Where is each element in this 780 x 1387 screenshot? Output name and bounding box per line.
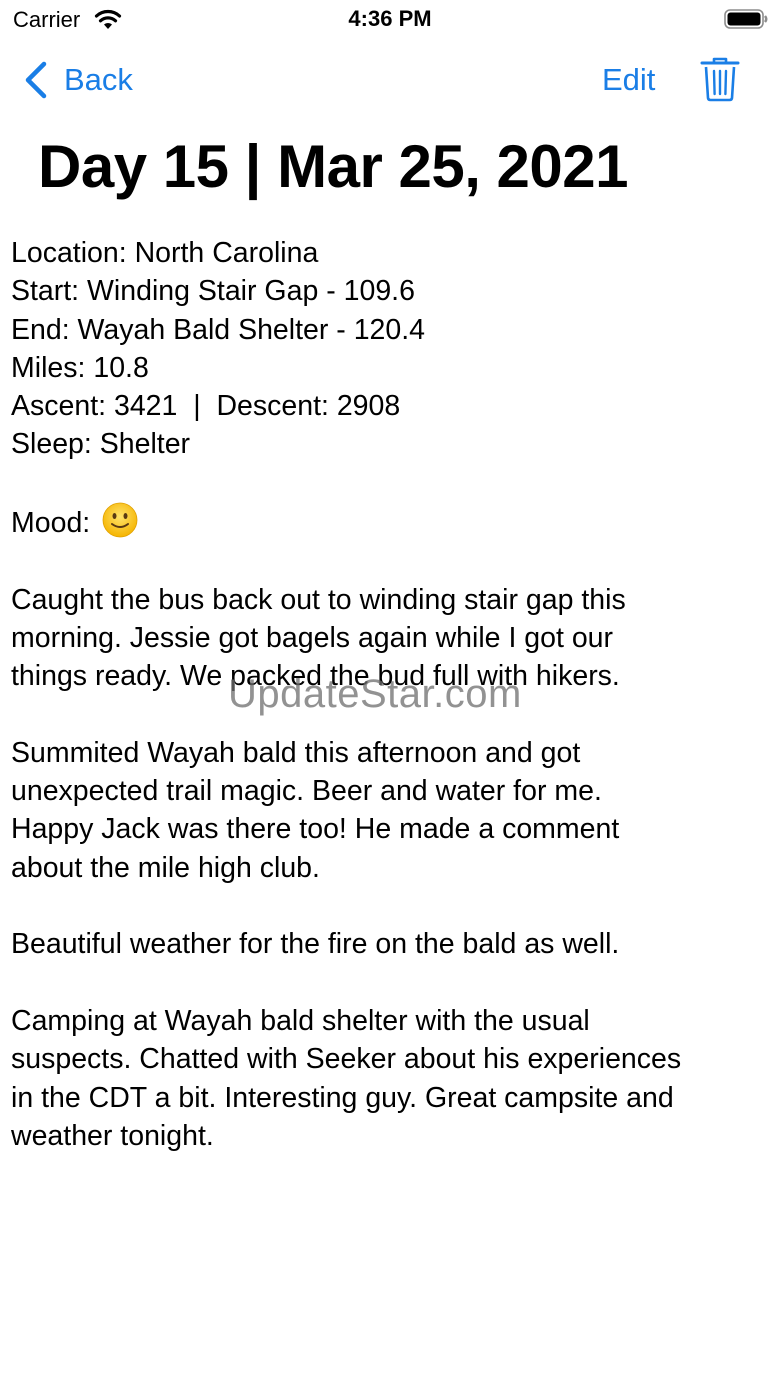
battery-icon bbox=[724, 9, 768, 29]
paragraph-line: weather tonight. bbox=[11, 1119, 214, 1152]
paragraph-line: Caught the bus back out to winding stair… bbox=[11, 583, 626, 616]
paragraph-line: about the mile high club. bbox=[11, 851, 320, 884]
navigation-bar: Back Edit bbox=[0, 52, 780, 108]
watermark: UpdateStar.com bbox=[228, 672, 522, 716]
paragraph-line: in the CDT a bit. Interesting guy. Great… bbox=[11, 1081, 674, 1114]
status-bar: Carrier 4:36 PM bbox=[0, 0, 780, 40]
paragraph-line: Happy Jack was there too! He made a comm… bbox=[11, 813, 620, 846]
paragraph-line: unexpected trail magic. Beer and water f… bbox=[11, 775, 602, 808]
slightly-smiling-face-icon bbox=[102, 502, 138, 538]
paragraph-line: morning. Jessie got bagels again while I… bbox=[11, 621, 614, 654]
paragraph-line: suspects. Chatted with Seeker about his … bbox=[11, 1043, 682, 1076]
end-text: End: Wayah Bald Shelter - 120.4 bbox=[11, 313, 426, 346]
paragraph-line: Summited Wayah bald this afternoon and g… bbox=[11, 736, 581, 769]
start-text: Start: Winding Stair Gap - 109.6 bbox=[11, 275, 415, 308]
location-text: Location: North Carolina bbox=[11, 237, 319, 269]
status-time: 4:36 PM bbox=[348, 6, 432, 31]
mood-row: Mood: bbox=[11, 502, 776, 542]
sleep-text: Sleep: Shelter bbox=[11, 428, 191, 461]
trash-icon[interactable] bbox=[700, 56, 740, 102]
paragraph-line: Camping at Wayah bald shelter with the u… bbox=[11, 1004, 590, 1037]
mood-label: Mood: bbox=[11, 507, 91, 540]
back-button-label: Back bbox=[64, 62, 133, 97]
elevation-text: Ascent: 3421 | Descent: 2908 bbox=[11, 390, 401, 423]
miles-text: Miles: 10.8 bbox=[11, 351, 149, 384]
page-title: Day 15 | Mar 25, 2021 bbox=[38, 133, 629, 200]
edit-button[interactable]: Edit bbox=[602, 62, 655, 98]
paragraph-line: Beautiful weather for the fire on the ba… bbox=[11, 928, 620, 961]
chevron-left-icon bbox=[25, 61, 47, 99]
back-button[interactable]: Back bbox=[22, 58, 133, 102]
